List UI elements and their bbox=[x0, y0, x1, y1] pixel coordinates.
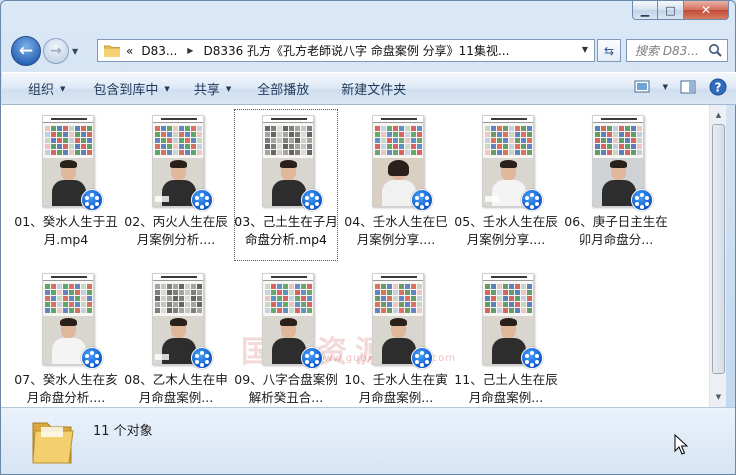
refresh-button[interactable]: ⇆ bbox=[597, 39, 621, 62]
file-name-label: 10、壬水人生在寅月命盘案例... bbox=[344, 372, 448, 405]
maximize-button[interactable]: □ bbox=[658, 1, 684, 20]
media-player-icon bbox=[81, 347, 103, 369]
view-dropdown-icon[interactable]: ▼ bbox=[663, 83, 668, 91]
media-player-icon bbox=[301, 347, 323, 369]
arrow-left-icon: ← bbox=[18, 41, 34, 61]
view-icon bbox=[634, 80, 650, 93]
file-item[interactable]: 01、癸水人生于丑月.mp4 bbox=[14, 109, 118, 261]
file-name-label: 07、癸水人生在亥月命盘分析.... bbox=[14, 372, 118, 405]
media-player-icon bbox=[191, 189, 213, 211]
search-placeholder: 搜索 D83... bbox=[635, 44, 699, 58]
folder-icon bbox=[104, 45, 120, 57]
file-item[interactable]: 08、乙木人生在申月命盘案例... bbox=[124, 267, 228, 419]
new-folder-button[interactable]: 新建文件夹 bbox=[331, 77, 416, 101]
breadcrumb-item-d83[interactable]: D83... bbox=[141, 44, 177, 58]
search-icon[interactable] bbox=[708, 43, 722, 57]
address-dropdown-icon[interactable]: ▼ bbox=[582, 45, 588, 54]
file-item[interactable]: 07、癸水人生在亥月命盘分析.... bbox=[14, 267, 118, 419]
vertical-scrollbar[interactable]: ▲ ▼ bbox=[709, 105, 726, 407]
file-item[interactable]: 02、丙火人生在辰月案例分析.... bbox=[124, 109, 228, 261]
help-icon: ? bbox=[709, 78, 727, 96]
scroll-up-button[interactable]: ▲ bbox=[711, 106, 726, 123]
file-item[interactable]: 09、八字合盘案例解析癸丑合... bbox=[234, 267, 338, 419]
item-count: 11 个对象 bbox=[93, 424, 153, 439]
file-name-label: 05、壬水人生在辰月案例分享.... bbox=[454, 214, 558, 247]
file-name-label: 04、壬水人生在巳月案例分享.... bbox=[344, 214, 448, 247]
share-button[interactable]: 共享 ▼ bbox=[184, 77, 241, 101]
file-name-label: 02、丙火人生在辰月案例分析.... bbox=[124, 214, 228, 247]
svg-text:?: ? bbox=[715, 81, 722, 95]
file-name-label: 06、庚子日主生在卯月命盘分... bbox=[564, 214, 668, 247]
file-item[interactable]: 03、己土生在子月命盘分析.mp4 bbox=[234, 109, 338, 261]
chevron-down-icon: ▼ bbox=[60, 84, 66, 93]
media-player-icon bbox=[301, 189, 323, 211]
breadcrumb-item-current[interactable]: D8336 孔方《孔方老師说八字 命盘案例 分享》11集视... bbox=[203, 42, 509, 59]
chevron-down-icon: ▼ bbox=[225, 84, 232, 93]
folder-icon bbox=[32, 422, 74, 464]
breadcrumb-overflow[interactable]: « bbox=[126, 44, 133, 58]
search-input[interactable]: 搜索 D83... bbox=[626, 39, 728, 62]
file-item[interactable]: 06、庚子日主生在卯月命盘分... bbox=[564, 109, 668, 261]
change-view-button[interactable] bbox=[633, 78, 653, 96]
details-pane: 11 个对象 bbox=[1, 407, 735, 474]
file-item[interactable]: 04、壬水人生在巳月案例分享.... bbox=[344, 109, 448, 261]
scroll-down-button[interactable]: ▼ bbox=[711, 388, 726, 405]
close-button[interactable]: ✕ bbox=[684, 1, 729, 20]
media-player-icon bbox=[411, 189, 433, 211]
preview-pane-icon bbox=[680, 80, 696, 94]
file-name-label: 11、己土人生在辰月命盘案例... bbox=[454, 372, 558, 405]
scroll-thumb[interactable] bbox=[712, 124, 725, 374]
media-player-icon bbox=[631, 189, 653, 211]
include-in-library-button[interactable]: 包含到库中 ▼ bbox=[83, 77, 179, 101]
file-name-label: 09、八字合盘案例解析癸丑合... bbox=[234, 372, 338, 405]
new-folder-label: 新建文件夹 bbox=[341, 83, 407, 98]
arrow-right-icon: → bbox=[50, 43, 62, 59]
recent-pages-dropdown[interactable]: ▼ bbox=[72, 47, 78, 56]
file-name-label: 08、乙木人生在申月命盘案例... bbox=[124, 372, 228, 405]
include-in-library-label: 包含到库中 bbox=[93, 83, 159, 98]
file-item[interactable]: 11、己土人生在辰月命盘案例... bbox=[454, 267, 558, 419]
play-all-label: 全部播放 bbox=[257, 83, 310, 98]
media-player-icon bbox=[521, 347, 543, 369]
organize-label: 组织 bbox=[28, 83, 55, 98]
media-player-icon bbox=[81, 189, 103, 211]
media-player-icon bbox=[191, 347, 213, 369]
caption-buttons: ▁ □ ✕ bbox=[632, 1, 729, 20]
back-button[interactable]: ← bbox=[11, 36, 41, 66]
minimize-button[interactable]: ▁ bbox=[632, 1, 658, 20]
refresh-icon: ⇆ bbox=[603, 43, 615, 58]
organize-button[interactable]: 组织 ▼ bbox=[18, 77, 75, 101]
mouse-cursor-icon bbox=[674, 434, 688, 455]
help-button[interactable]: ? bbox=[708, 78, 728, 96]
file-item[interactable]: 10、壬水人生在寅月命盘案例... bbox=[344, 267, 448, 419]
play-all-button[interactable]: 全部播放 bbox=[247, 77, 319, 101]
media-player-icon bbox=[521, 189, 543, 211]
forward-button[interactable]: → bbox=[43, 38, 69, 64]
command-bar: 组织 ▼ 包含到库中 ▼ 共享 ▼ 全部播放 新建文件夹 ▼ ? bbox=[2, 72, 736, 105]
file-item[interactable]: 05、壬水人生在辰月案例分享.... bbox=[454, 109, 558, 261]
navigation-buttons: ← → ▼ bbox=[11, 36, 78, 66]
view-controls: ▼ ? bbox=[633, 78, 728, 96]
file-name-label: 01、癸水人生于丑月.mp4 bbox=[14, 214, 118, 247]
media-player-icon bbox=[411, 347, 433, 369]
address-bar[interactable]: « D83... ▶ D8336 孔方《孔方老師说八字 命盘案例 分享》11集视… bbox=[97, 39, 595, 62]
file-name-label: 03、己土生在子月命盘分析.mp4 bbox=[234, 214, 338, 247]
preview-pane-button[interactable] bbox=[678, 78, 698, 96]
breadcrumb-separator-icon[interactable]: ▶ bbox=[187, 46, 193, 55]
file-list-pane[interactable]: 国学资源网 www.guoxueziyuan.com 01、癸水人生于丑月.mp… bbox=[1, 105, 709, 407]
share-label: 共享 bbox=[193, 83, 220, 98]
chevron-down-icon: ▼ bbox=[164, 84, 170, 93]
